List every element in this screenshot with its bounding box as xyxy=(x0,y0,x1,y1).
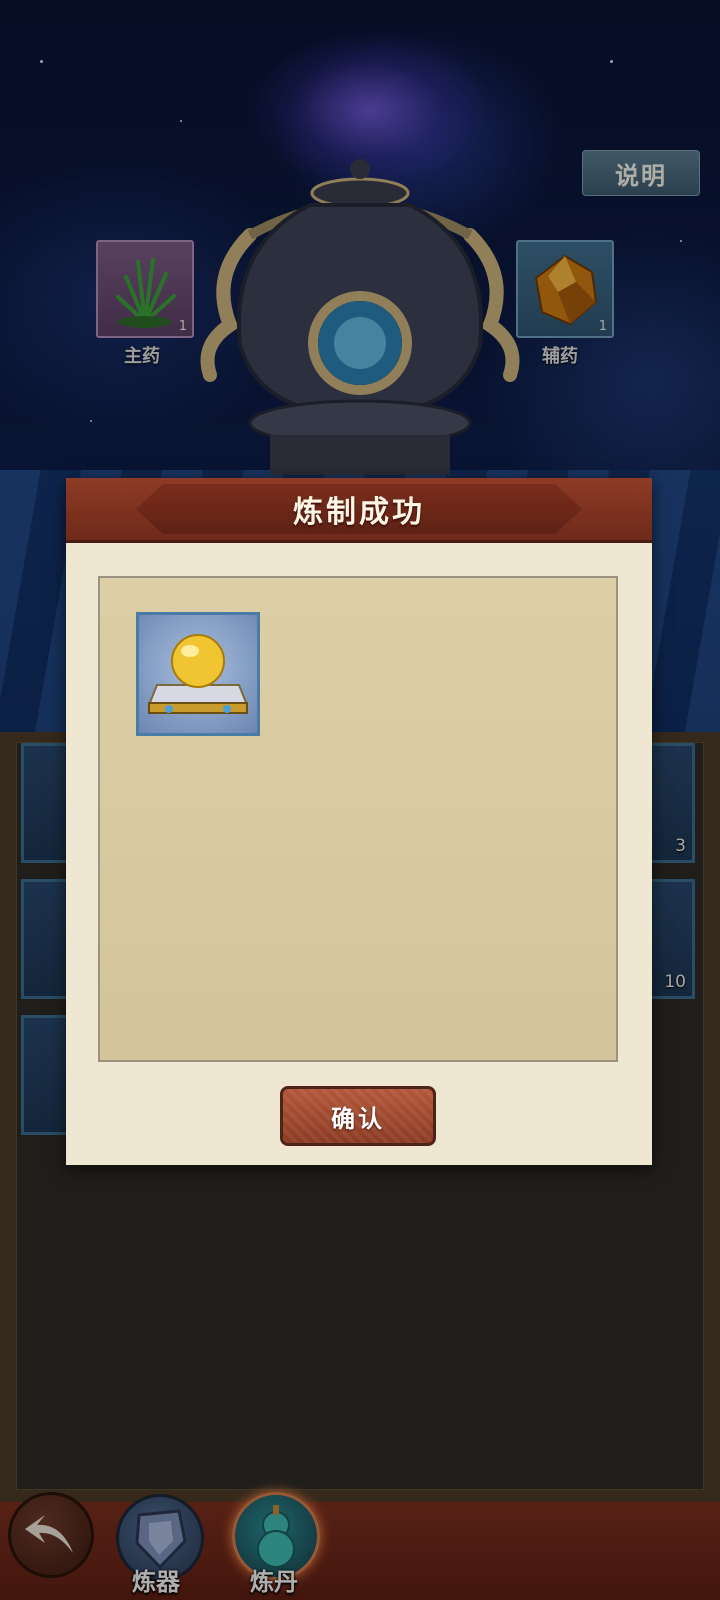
confirm-button[interactable]: 确认 xyxy=(280,1086,436,1146)
refine-success-dialog: 炼制成功 确认 xyxy=(66,478,652,1165)
golden-orb-on-pedestal-icon xyxy=(147,634,249,714)
reward-area xyxy=(98,576,618,1062)
dialog-title: 炼制成功 xyxy=(293,495,425,530)
reward-item[interactable] xyxy=(136,612,260,736)
